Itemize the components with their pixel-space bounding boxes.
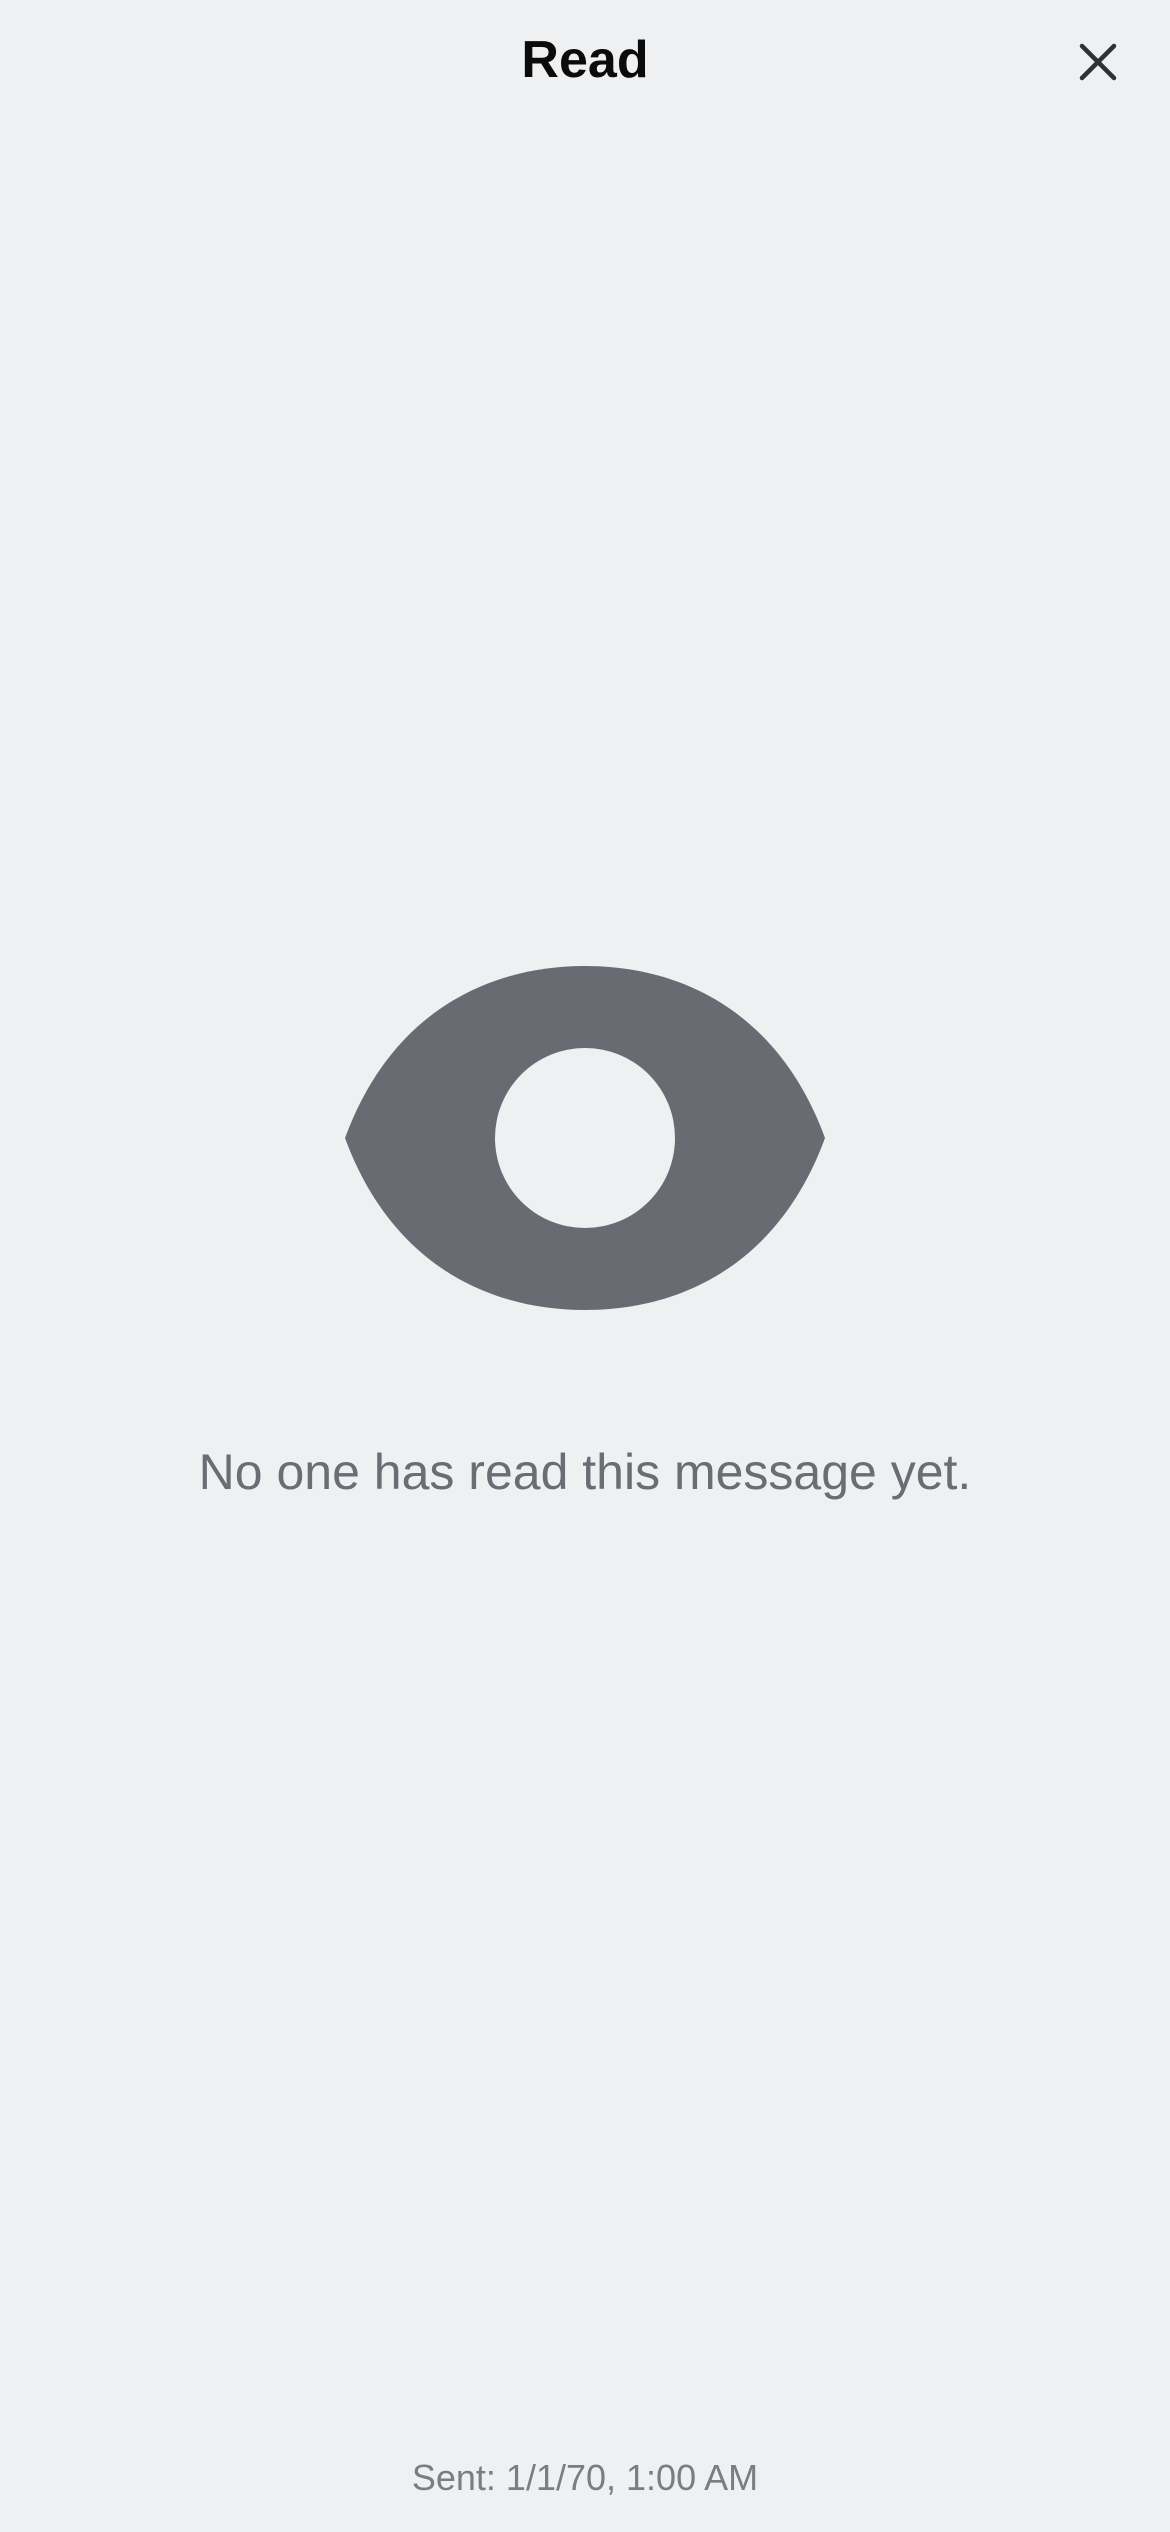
sent-timestamp: Sent: 1/1/70, 1:00 AM (411, 2457, 759, 2498)
close-button[interactable] (1066, 30, 1130, 94)
page-title: Read (521, 31, 649, 89)
close-icon (1079, 43, 1117, 81)
top-bar: Read (0, 0, 1170, 124)
eye-icon (345, 966, 825, 1310)
empty-state-message: No one has read this message yet. (198, 1444, 972, 1500)
